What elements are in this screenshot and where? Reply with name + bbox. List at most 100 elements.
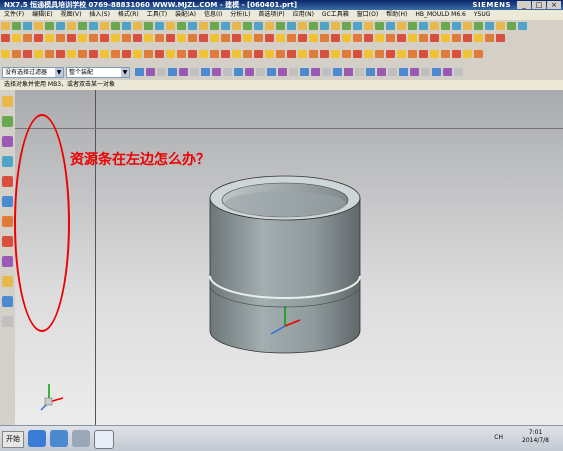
toolbar-icon[interactable] bbox=[430, 34, 439, 42]
toolbar-icon[interactable] bbox=[78, 22, 87, 30]
toolbar-icon[interactable] bbox=[89, 22, 98, 30]
resource-bar-tab-icon[interactable] bbox=[2, 176, 13, 187]
app-icon-tools[interactable] bbox=[72, 430, 90, 447]
toolbar-icon[interactable] bbox=[89, 34, 98, 42]
toolbar-icon[interactable] bbox=[410, 68, 419, 76]
toolbar-icon[interactable] bbox=[210, 22, 219, 30]
toolbar-icon[interactable] bbox=[463, 34, 472, 42]
toolbar-icon[interactable] bbox=[234, 68, 243, 76]
toolbar-icon[interactable] bbox=[155, 50, 164, 58]
toolbar-icon[interactable] bbox=[23, 22, 32, 30]
clock[interactable]: 7:01 2014/7/8 bbox=[522, 429, 549, 445]
toolbar-icon[interactable] bbox=[474, 22, 483, 30]
toolbar-icon[interactable] bbox=[166, 50, 175, 58]
resource-bar-tab-icon[interactable] bbox=[2, 236, 13, 247]
toolbar-icon[interactable] bbox=[430, 22, 439, 30]
toolbar-icon[interactable] bbox=[278, 68, 287, 76]
toolbar-icon[interactable] bbox=[399, 68, 408, 76]
toolbar-icon[interactable] bbox=[287, 22, 296, 30]
toolbar-icon[interactable] bbox=[342, 50, 351, 58]
toolbar-icon[interactable] bbox=[67, 50, 76, 58]
resource-bar-tab-icon[interactable] bbox=[2, 316, 13, 327]
toolbar-icon[interactable] bbox=[177, 50, 186, 58]
toolbar-icon[interactable] bbox=[474, 50, 483, 58]
toolbar-icon[interactable] bbox=[276, 50, 285, 58]
toolbar-icon[interactable] bbox=[364, 50, 373, 58]
toolbar-icon[interactable] bbox=[23, 34, 32, 42]
toolbar-icon[interactable] bbox=[221, 34, 230, 42]
toolbar-icon[interactable] bbox=[366, 68, 375, 76]
toolbar-icon[interactable] bbox=[144, 50, 153, 58]
toolbar-icon[interactable] bbox=[166, 34, 175, 42]
toolbar-icon[interactable] bbox=[78, 34, 87, 42]
toolbar-icon[interactable] bbox=[300, 68, 309, 76]
toolbar-icon[interactable] bbox=[454, 68, 463, 76]
toolbar-icon[interactable] bbox=[254, 50, 263, 58]
app-icon-grid[interactable] bbox=[50, 430, 68, 447]
toolbar-icon[interactable] bbox=[45, 34, 54, 42]
toolbar-icon[interactable] bbox=[267, 68, 276, 76]
toolbar-icon[interactable] bbox=[287, 34, 296, 42]
toolbar-icon[interactable] bbox=[408, 34, 417, 42]
toolbar-icon[interactable] bbox=[276, 34, 285, 42]
menu-insert[interactable]: 插入(S) bbox=[85, 10, 114, 20]
toolbar-icon[interactable] bbox=[34, 34, 43, 42]
toolbar-icon[interactable] bbox=[353, 22, 362, 30]
toolbar-icon[interactable] bbox=[331, 50, 340, 58]
toolbar-icon[interactable] bbox=[375, 22, 384, 30]
menu-view[interactable]: 视图(V) bbox=[57, 10, 86, 20]
toolbar-icon[interactable] bbox=[122, 22, 131, 30]
toolbar-icon[interactable] bbox=[155, 34, 164, 42]
toolbar-icon[interactable] bbox=[298, 34, 307, 42]
toolbar-icon[interactable] bbox=[111, 22, 120, 30]
toolbar-icon[interactable] bbox=[386, 34, 395, 42]
toolbar-icon[interactable] bbox=[342, 34, 351, 42]
toolbar-icon[interactable] bbox=[496, 22, 505, 30]
toolbar-icon[interactable] bbox=[243, 50, 252, 58]
maximize-button[interactable]: □ bbox=[532, 1, 546, 9]
toolbar-icon[interactable] bbox=[177, 22, 186, 30]
resource-bar-tab-icon[interactable] bbox=[2, 116, 13, 127]
toolbar-icon[interactable] bbox=[331, 34, 340, 42]
resource-bar-tab-icon[interactable] bbox=[2, 136, 13, 147]
toolbar-icon[interactable] bbox=[12, 22, 21, 30]
menu-ysug[interactable]: YSUG bbox=[470, 10, 495, 20]
toolbar-icon[interactable] bbox=[386, 22, 395, 30]
toolbar-icon[interactable] bbox=[309, 50, 318, 58]
toolbar-icon[interactable] bbox=[265, 50, 274, 58]
toolbar-icon[interactable] bbox=[256, 68, 265, 76]
toolbar-icon[interactable] bbox=[309, 34, 318, 42]
toolbar-icon[interactable] bbox=[67, 34, 76, 42]
toolbar-icon[interactable] bbox=[67, 22, 76, 30]
toolbar-icon[interactable] bbox=[353, 50, 362, 58]
toolbar-icon[interactable] bbox=[111, 34, 120, 42]
toolbar-icon[interactable] bbox=[221, 22, 230, 30]
toolbar-icon[interactable] bbox=[474, 34, 483, 42]
toolbar-icon[interactable] bbox=[375, 34, 384, 42]
close-button[interactable]: × bbox=[547, 1, 561, 9]
resource-bar-tab-icon[interactable] bbox=[2, 256, 13, 267]
toolbar-icon[interactable] bbox=[23, 50, 32, 58]
toolbar-icon[interactable] bbox=[518, 22, 527, 30]
toolbar-icon[interactable] bbox=[287, 50, 296, 58]
toolbar-icon[interactable] bbox=[212, 68, 221, 76]
toolbar-icon[interactable] bbox=[232, 50, 241, 58]
toolbar-icon[interactable] bbox=[375, 50, 384, 58]
toolbar-icon[interactable] bbox=[419, 22, 428, 30]
toolbar-icon[interactable] bbox=[135, 68, 144, 76]
menu-preferences[interactable]: 首选项(P) bbox=[254, 10, 288, 20]
resource-bar-tab-icon[interactable] bbox=[2, 276, 13, 287]
menu-help[interactable]: 帮助(H) bbox=[382, 10, 411, 20]
toolbar-icon[interactable] bbox=[397, 50, 406, 58]
toolbar-icon[interactable] bbox=[166, 22, 175, 30]
toolbar-icon[interactable] bbox=[221, 50, 230, 58]
nx-app-icon[interactable] bbox=[94, 430, 114, 449]
toolbar-icon[interactable] bbox=[320, 22, 329, 30]
menu-information[interactable]: 信息(I) bbox=[200, 10, 226, 20]
toolbar-icon[interactable] bbox=[190, 68, 199, 76]
toolbar-icon[interactable] bbox=[1, 22, 10, 30]
toolbar-icon[interactable] bbox=[210, 34, 219, 42]
minimize-button[interactable]: _ bbox=[517, 1, 531, 9]
toolbar-icon[interactable] bbox=[507, 22, 516, 30]
toolbar-icon[interactable] bbox=[408, 50, 417, 58]
